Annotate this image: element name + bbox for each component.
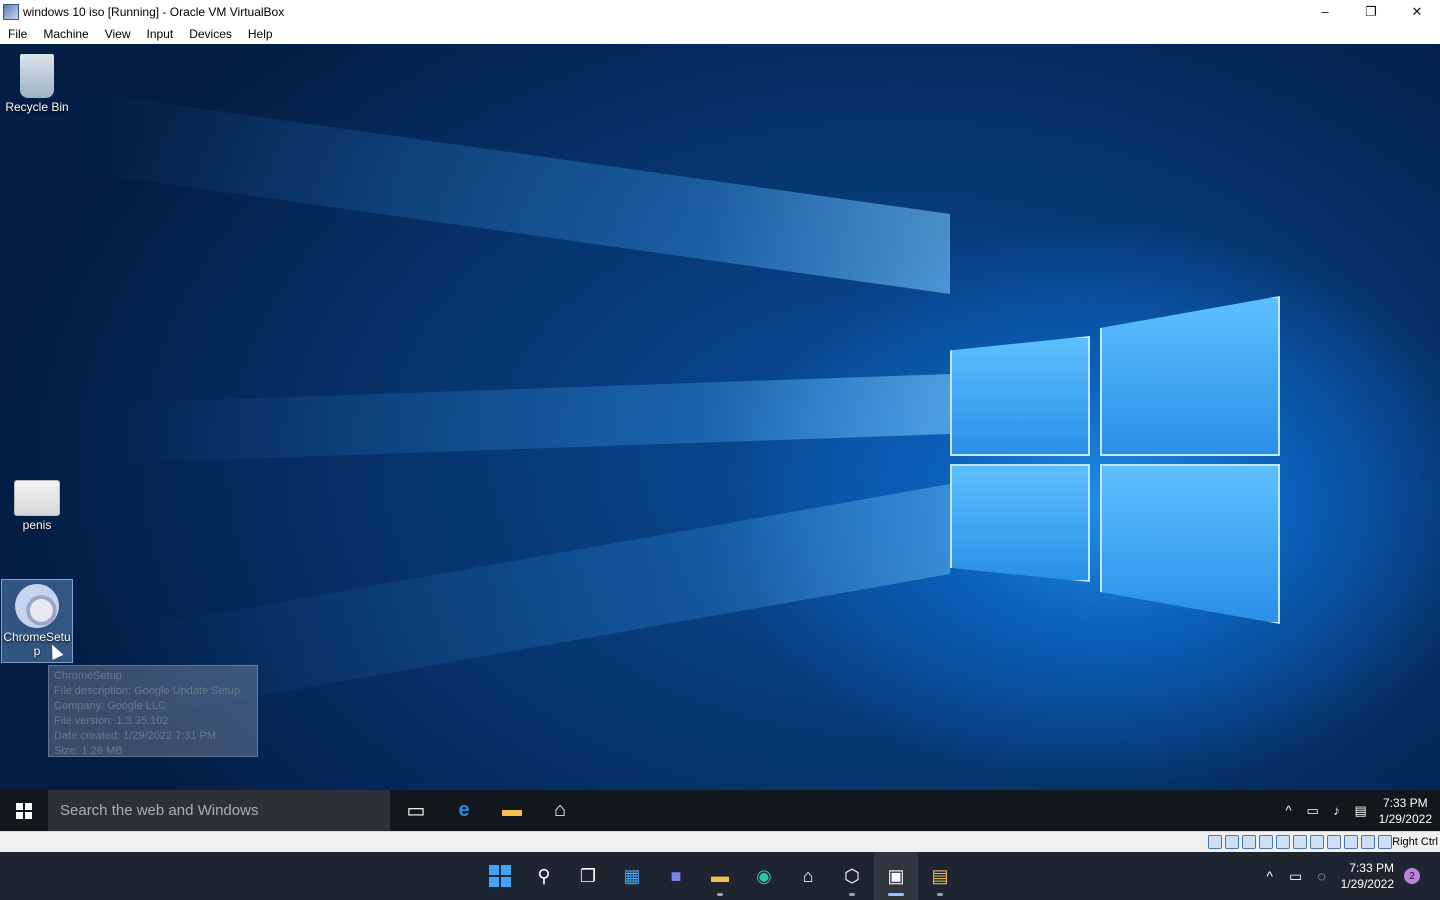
menu-view[interactable]: View: [97, 27, 139, 41]
virtualbox-icon: [3, 3, 19, 20]
host-chevron-up-icon[interactable]: ^: [1257, 868, 1283, 884]
menu-devices[interactable]: Devices: [181, 27, 240, 41]
tooltip-line: File description: Google Update Setup: [54, 685, 240, 697]
store-icon[interactable]: ⌂: [536, 790, 584, 831]
search-placeholder: Search the web and Windows: [60, 802, 259, 819]
guest-system-tray: ^ ▭ ♪ ▤ 7:33 PM 1/29/2022: [1277, 790, 1440, 831]
file-tooltip: ChromeSetup File description: Google Upd…: [48, 665, 258, 757]
network-icon[interactable]: ▭: [1301, 803, 1325, 819]
recording-icon[interactable]: [1327, 835, 1341, 849]
vm-display[interactable]: Recycle Bin penis ChromeSetup ChromeSetu…: [0, 44, 1440, 831]
host-taskbar-apps: ⚲ ❐ ▦ ■ ▬ ◉ ⌂ ⬡ ▣ ▤: [478, 852, 962, 900]
host-clock-time: 7:33 PM: [1349, 861, 1394, 875]
menu-file[interactable]: File: [0, 27, 35, 41]
device-indicators: [1208, 835, 1392, 849]
tooltip-line: Size: 1.26 MB: [54, 745, 123, 757]
desktop-icon-label: Recycle Bin: [5, 100, 69, 114]
wallpaper-beam: [80, 91, 950, 294]
tooltip-line: Company: Google LLC: [54, 700, 166, 712]
3d-cube-icon[interactable]: ⬡: [830, 852, 874, 900]
guest-clock[interactable]: 7:33 PM 1/29/2022: [1379, 795, 1432, 827]
tooltip-line: ChromeSetup: [54, 670, 122, 682]
window-controls: – ❐ ✕: [1302, 0, 1440, 23]
restore-button[interactable]: ❐: [1348, 0, 1394, 23]
widgets-icon[interactable]: ▦: [610, 852, 654, 900]
optical-drive-icon[interactable]: [1225, 835, 1239, 849]
volume-icon[interactable]: ♪: [1325, 803, 1349, 818]
tooltip-line: File version: 1.3.35.102: [54, 715, 169, 727]
window-titlebar[interactable]: windows 10 iso [Running] - Oracle VM Vir…: [0, 0, 1440, 23]
host-clock-date: 1/29/2022: [1340, 877, 1394, 891]
host-taskbar: ⚲ ❐ ▦ ■ ▬ ◉ ⌂ ⬡ ▣ ▤ ^ ▭ ◌ 7:33 PM 1/29/2…: [0, 852, 1440, 900]
search-box[interactable]: Search the web and Windows: [48, 790, 390, 831]
menu-help[interactable]: Help: [240, 27, 281, 41]
desktop-icon-recycle-bin[interactable]: Recycle Bin: [2, 50, 72, 114]
virtualbox-taskbar-icon[interactable]: ▣: [874, 852, 918, 900]
edge-legacy-icon[interactable]: e: [440, 790, 488, 831]
installer-icon: [15, 584, 59, 628]
host-system-tray: ^ ▭ ◌ 7:33 PM 1/29/2022 2: [1257, 852, 1440, 900]
clock-time: 7:33 PM: [1382, 795, 1428, 810]
wallpaper-beam: [120, 374, 950, 463]
hard-disk-icon[interactable]: [1208, 835, 1222, 849]
clock-date: 1/29/2022: [1378, 811, 1432, 826]
host-start-button[interactable]: [478, 852, 522, 900]
minimize-button[interactable]: –: [1302, 0, 1348, 23]
menu-bar: File Machine View Input Devices Help: [0, 23, 1440, 44]
wallpaper-beam: [140, 484, 950, 717]
display-icon[interactable]: [1310, 835, 1324, 849]
mouse-integration-icon[interactable]: [1361, 835, 1375, 849]
keyboard-icon[interactable]: [1378, 835, 1392, 849]
certificate-icon: [14, 480, 60, 516]
chevron-up-icon[interactable]: ^: [1277, 803, 1301, 818]
window-title: windows 10 iso [Running] - Oracle VM Vir…: [23, 4, 285, 19]
usb-icon[interactable]: [1276, 835, 1290, 849]
host-search-icon[interactable]: ⚲: [522, 852, 566, 900]
windows-logo-icon: [16, 802, 32, 819]
desktop-icon-chromesetup[interactable]: ChromeSetup: [1, 579, 73, 663]
host-store-icon[interactable]: ⌂: [786, 852, 830, 900]
windows11-logo-icon: [489, 865, 511, 887]
notifications-icon[interactable]: ▤: [1349, 803, 1373, 819]
desktop-icon-penis[interactable]: penis: [2, 476, 72, 532]
host-key-label: Right Ctrl: [1392, 836, 1438, 848]
cpu-icon[interactable]: [1344, 835, 1358, 849]
shared-folders-icon[interactable]: [1293, 835, 1307, 849]
task-view-icon[interactable]: ▭: [392, 790, 440, 831]
tooltip-line: Date created: 1/29/2022 7:31 PM: [54, 730, 217, 742]
file-explorer-icon[interactable]: ▬: [488, 790, 536, 831]
wallpaper-logo-pane: [1100, 464, 1280, 624]
vm-statusbar: Right Ctrl: [0, 831, 1440, 853]
chat-icon[interactable]: ■: [654, 852, 698, 900]
host-task-view-icon[interactable]: ❐: [566, 852, 610, 900]
host-clock[interactable]: 7:33 PM 1/29/2022: [1341, 860, 1394, 892]
desktop-icon-label: penis: [22, 518, 52, 532]
close-button[interactable]: ✕: [1394, 0, 1440, 23]
recycle-bin-icon: [20, 54, 54, 98]
guest-taskbar: Search the web and Windows ▭ e ▬ ⌂ ^ ▭ ♪…: [0, 790, 1440, 831]
host-network-icon[interactable]: ▭: [1283, 868, 1309, 885]
wallpaper-logo-pane: [1100, 296, 1280, 456]
menu-machine[interactable]: Machine: [35, 27, 96, 41]
notification-badge[interactable]: 2: [1404, 868, 1420, 884]
wallpaper-logo-pane: [950, 336, 1090, 456]
wallpaper-logo-pane: [950, 464, 1090, 582]
network-adapter-icon[interactable]: [1259, 835, 1273, 849]
host-file-explorer-icon[interactable]: ▬: [698, 852, 742, 900]
menu-input[interactable]: Input: [139, 27, 182, 41]
host-volume-icon[interactable]: ◌: [1309, 868, 1335, 884]
start-button[interactable]: [0, 790, 48, 831]
edge-icon[interactable]: ◉: [742, 852, 786, 900]
winrar-icon[interactable]: ▤: [918, 852, 962, 900]
audio-icon[interactable]: [1242, 835, 1256, 849]
